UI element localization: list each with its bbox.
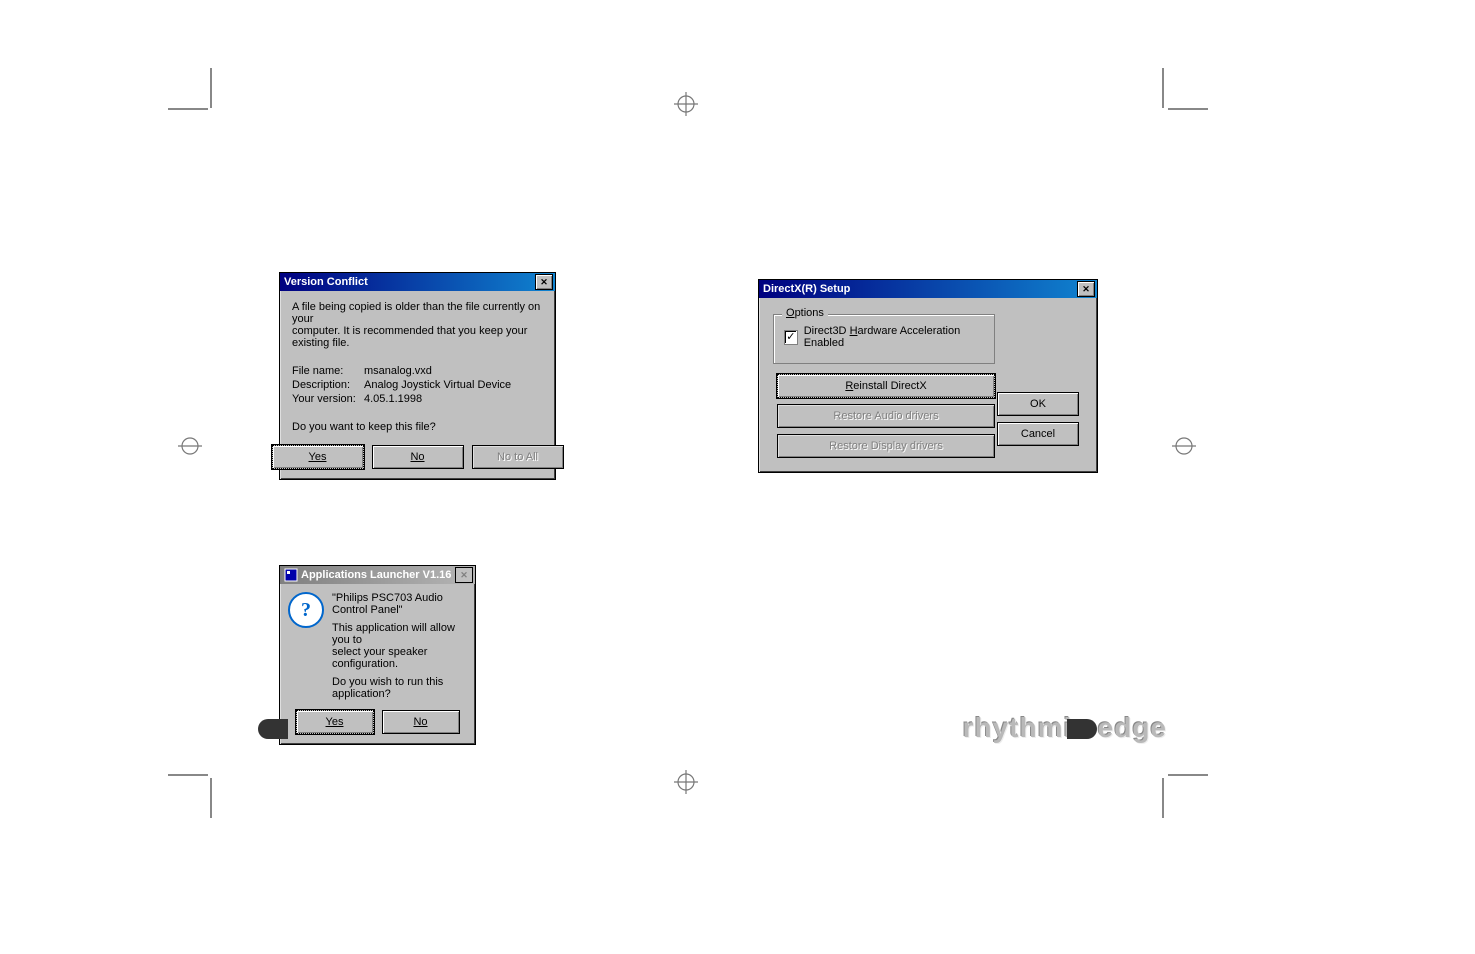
app-desc-line-2: select your speaker configuration.: [332, 646, 465, 670]
ok-button[interactable]: OK: [997, 392, 1079, 416]
description-label: Description:: [292, 379, 364, 391]
yes-button[interactable]: Yes: [296, 710, 374, 734]
app-name-line: "Philips PSC703 Audio Control Panel": [332, 592, 465, 616]
page-number-pill-right: [1067, 719, 1097, 739]
run-prompt: Do you wish to run this application?: [332, 676, 465, 700]
app-icon: [284, 568, 298, 582]
version-conflict-dialog: Version Conflict ✕ A file being copied i…: [279, 272, 556, 480]
app-desc-line-1: This application will allow you to: [332, 622, 465, 646]
your-version-label: Your version:: [292, 393, 364, 405]
titlebar: Version Conflict ✕: [280, 273, 555, 291]
page-number-pill-left: [258, 719, 288, 739]
restore-display-button: Restore Display drivers: [777, 434, 995, 458]
question-icon: ?: [288, 592, 324, 700]
checkbox-icon: ✓: [784, 330, 798, 345]
cancel-button[interactable]: Cancel: [997, 422, 1079, 446]
window-title: Applications Launcher V1.16: [301, 566, 453, 584]
message-line-2: computer. It is recommended that you kee…: [292, 325, 543, 349]
no-button[interactable]: No: [382, 710, 460, 734]
applications-launcher-dialog: Applications Launcher V1.16 ✕ ? "Philips…: [279, 565, 476, 745]
titlebar: Applications Launcher V1.16 ✕: [280, 566, 475, 584]
file-name-label: File name:: [292, 365, 364, 377]
options-legend: ptions: [795, 307, 824, 319]
close-icon: ✕: [455, 567, 473, 583]
d3d-hw-accel-checkbox[interactable]: ✓ Direct3D Hardware Acceleration Enabled: [784, 325, 984, 349]
file-name-value: msanalog.vxd: [364, 365, 432, 377]
directx-setup-dialog: DirectX(R) Setup ✕ Options ✓ Direct3D Ha…: [758, 279, 1098, 473]
message-line-1: A file being copied is older than the fi…: [292, 301, 543, 325]
window-title: DirectX(R) Setup: [763, 280, 1075, 298]
description-value: Analog Joystick Virtual Device: [364, 379, 511, 391]
titlebar: DirectX(R) Setup ✕: [759, 280, 1097, 298]
close-icon[interactable]: ✕: [535, 274, 553, 290]
restore-audio-button: Restore Audio drivers: [777, 404, 995, 428]
options-group: Options ✓ Direct3D Hardware Acceleration…: [773, 314, 995, 364]
keep-file-prompt: Do you want to keep this file?: [292, 421, 543, 433]
window-title: Version Conflict: [284, 273, 533, 291]
checkbox-label: Direct3D Hardware Acceleration Enabled: [804, 325, 984, 349]
your-version-value: 4.05.1.1998: [364, 393, 422, 405]
reinstall-directx-button[interactable]: Reinstall DirectX: [777, 374, 995, 398]
yes-button[interactable]: Yes: [272, 445, 364, 469]
no-to-all-button: No to All: [472, 445, 564, 469]
brand-logo: rhythmic edge: [963, 712, 1167, 744]
close-icon[interactable]: ✕: [1077, 281, 1095, 297]
no-button[interactable]: No: [372, 445, 464, 469]
